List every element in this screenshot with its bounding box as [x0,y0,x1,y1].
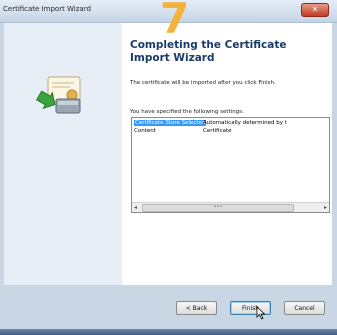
cancel-button[interactable]: Cancel [284,301,325,315]
back-button[interactable]: < Back [176,301,217,315]
scrollbar-thumb[interactable]: ••• [142,204,294,212]
scroll-left-arrow[interactable]: ◂ [134,203,137,212]
certificate-import-icon [36,76,81,114]
setting-value: Certificate [203,128,232,134]
close-button[interactable]: ✕ [301,3,329,17]
button-bar: < Back Finish Cancel [0,285,337,329]
scroll-right-arrow[interactable]: ▸ [324,203,327,212]
mouse-cursor-icon [256,306,266,320]
wizard-sidebar [4,23,122,285]
setting-name: Content [134,128,156,134]
settings-list[interactable]: Certificate Store Selected Automatically… [131,117,330,213]
wizard-content: Completing the Certificate Import Wizard… [4,23,332,285]
taskbar-strip [0,329,337,335]
wizard-window: Certificate Import Wizard ✕ 7 Completing… [0,0,337,329]
setting-value: Automatically determined by t [203,120,287,126]
setting-name: Certificate Store Selected [134,120,207,126]
horizontal-scrollbar[interactable]: ◂ ••• ▸ [132,202,329,212]
close-icon: ✕ [311,5,319,14]
settings-label: You have specified the following setting… [130,109,244,115]
window-title: Certificate Import Wizard [3,5,91,13]
step-number-overlay: 7 [160,0,190,43]
description-text: The certificate will be imported after y… [130,80,276,86]
